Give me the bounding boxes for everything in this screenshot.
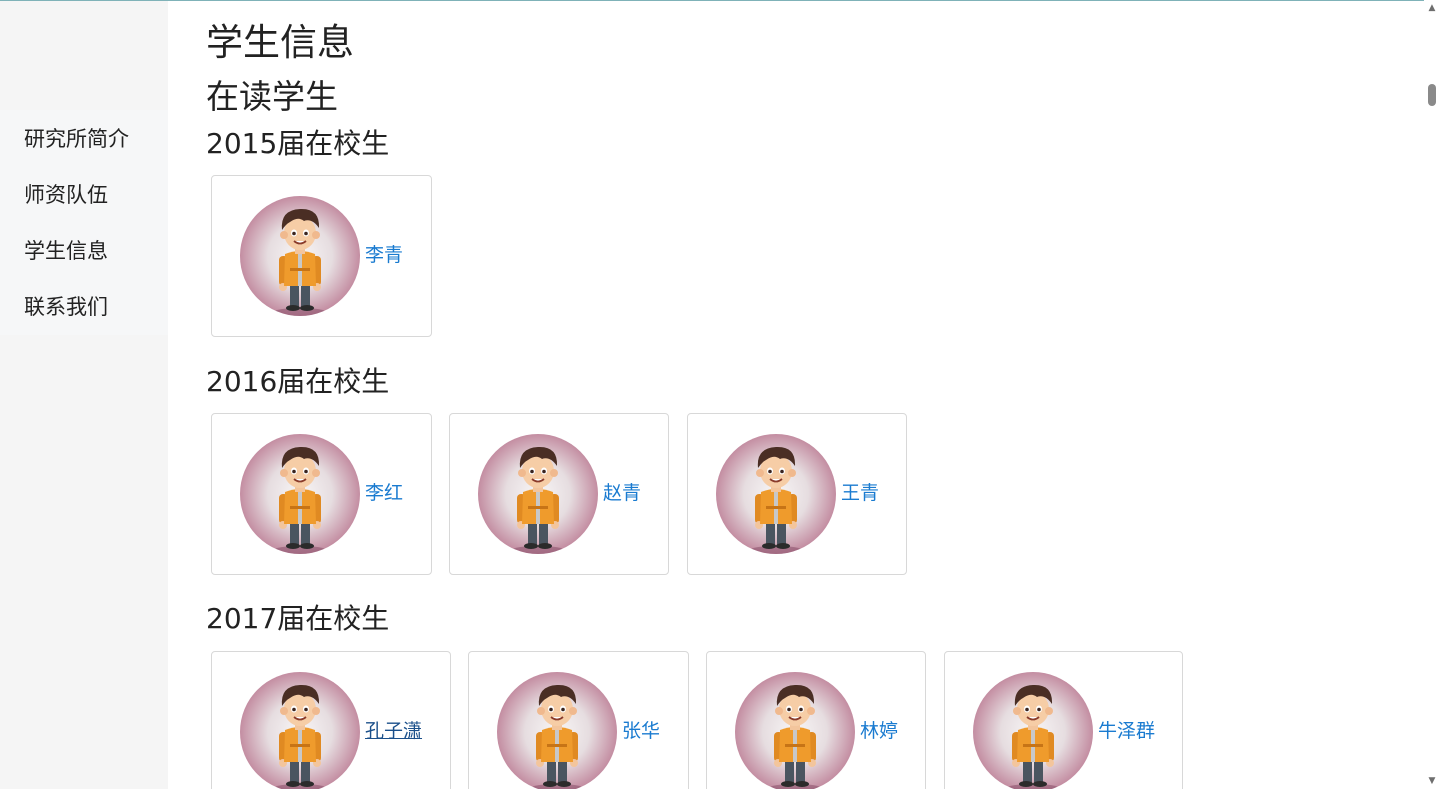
student-card[interactable]: 林婷	[706, 651, 926, 789]
student-card[interactable]: 李青	[211, 175, 432, 337]
cartoon-boy-icon	[274, 208, 326, 316]
section-title: 在读学生	[206, 77, 338, 116]
sidebar-item-intro[interactable]: 研究所简介	[0, 110, 168, 166]
cartoon-boy-icon	[531, 684, 583, 789]
class-title-2015: 2015届在校生	[206, 127, 390, 160]
sidebar-item-students[interactable]: 学生信息	[0, 222, 168, 278]
page-title: 学生信息	[206, 21, 354, 64]
sidebar: 研究所简介 师资队伍 学生信息 联系我们	[0, 1, 168, 789]
class-title-2016: 2016届在校生	[206, 365, 390, 398]
student-card[interactable]: 赵青	[449, 413, 669, 575]
avatar[interactable]	[716, 434, 836, 554]
student-name-link[interactable]: 王青	[841, 481, 879, 505]
scroll-down-icon[interactable]: ▼	[1424, 773, 1440, 789]
student-card[interactable]: 张华	[468, 651, 689, 789]
avatar[interactable]	[240, 196, 360, 316]
student-name-link[interactable]: 林婷	[860, 719, 898, 743]
student-name-link[interactable]: 赵青	[603, 481, 641, 505]
cartoon-boy-icon	[750, 446, 802, 554]
vertical-scrollbar[interactable]: ▲ ▼	[1424, 0, 1440, 789]
sidebar-item-faculty[interactable]: 师资队伍	[0, 166, 168, 222]
avatar[interactable]	[973, 672, 1093, 789]
student-card[interactable]: 孔子潇	[211, 651, 451, 789]
avatar[interactable]	[240, 672, 360, 789]
sidebar-nav: 研究所简介 师资队伍 学生信息 联系我们	[0, 110, 168, 335]
student-card[interactable]: 王青	[687, 413, 907, 575]
avatar[interactable]	[478, 434, 598, 554]
student-name-link[interactable]: 李红	[365, 481, 403, 505]
student-card[interactable]: 牛泽群	[944, 651, 1183, 789]
class-title-2017: 2017届在校生	[206, 602, 390, 635]
student-name-link[interactable]: 李青	[365, 243, 403, 267]
student-name-link[interactable]: 张华	[622, 719, 660, 743]
cartoon-boy-icon	[274, 446, 326, 554]
avatar[interactable]	[240, 434, 360, 554]
scroll-up-icon[interactable]: ▲	[1424, 0, 1440, 16]
avatar[interactable]	[735, 672, 855, 789]
main-content: 学生信息 在读学生 2015届在校生 李青 2016届在校生 李红 赵青 王青 …	[206, 1, 1416, 789]
student-name-link[interactable]: 牛泽群	[1098, 719, 1155, 743]
cartoon-boy-icon	[512, 446, 564, 554]
cartoon-boy-icon	[274, 684, 326, 789]
avatar[interactable]	[497, 672, 617, 789]
cartoon-boy-icon	[769, 684, 821, 789]
scrollbar-thumb[interactable]	[1428, 84, 1436, 106]
sidebar-item-contact[interactable]: 联系我们	[0, 278, 168, 334]
student-name-link[interactable]: 孔子潇	[365, 719, 422, 743]
student-card[interactable]: 李红	[211, 413, 432, 575]
cartoon-boy-icon	[1007, 684, 1059, 789]
